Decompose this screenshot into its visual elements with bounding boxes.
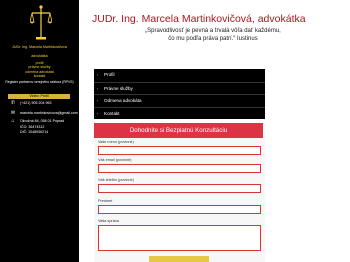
rpvs-link[interactable]: Register partnerov verejného sektora (RP… — [2, 80, 77, 84]
quote-line-2: čo mu podľa práva patrí.“ Iustinus — [168, 35, 258, 42]
site-title: JUDr. Ing. Marcela Martinkovičová, advok… — [92, 13, 306, 25]
submit-button[interactable] — [149, 256, 209, 262]
location-icon: ⌂ — [11, 118, 15, 124]
nav-item-label: Právne služby — [104, 85, 133, 91]
email-icon: ✉ — [10, 110, 16, 116]
phone-icon: ✆ — [10, 100, 16, 106]
video-profile-button[interactable]: Video: Profil — [8, 94, 70, 99]
form-header: Dohodnite si Bezplatnú Konzultáciu — [94, 123, 263, 138]
contact-phone[interactable]: (+421) 905 204 963 — [20, 101, 51, 106]
chevron-right-icon: › — [97, 111, 99, 116]
phone-label: Váš telefón (povinné) — [98, 178, 134, 182]
nav-item-kontakt[interactable]: › Kontakt — [94, 106, 265, 120]
scales-of-justice-icon — [30, 5, 52, 40]
nav-item-odmena[interactable]: › Odmena advokáta — [94, 94, 265, 107]
contact-email[interactable]: marcela.martinkovicova@gmail.com — [20, 111, 78, 116]
sidebar: JUDr. Ing. Marcela Martinkovičová advoká… — [0, 0, 79, 262]
name-input[interactable] — [98, 146, 261, 155]
nav-item-pravne-sluzby[interactable]: › Právne služby — [94, 81, 265, 95]
sidebar-menu: profil právne služby odmena advokáta kon… — [2, 61, 77, 79]
nav-item-label: Kontakt — [104, 110, 120, 116]
nav-item-profil[interactable]: › Profil — [94, 69, 265, 82]
sidebar-title: advokátka — [31, 54, 48, 58]
nav-item-label: Odmena advokáta — [104, 98, 142, 103]
quote-line-1: „Spravodlivosť je pevná a trvalá vôľa da… — [145, 28, 281, 34]
sidebar-item-kontakt[interactable]: kontakt — [2, 74, 77, 78]
message-textarea[interactable] — [98, 225, 261, 251]
contact-address: Okružná 84, 058 01 Poprad — [20, 119, 65, 123]
quote: „Spravodlivosť je pevná a trvalá vôľa da… — [113, 28, 313, 43]
contact-dic: DIČ: 1048936214 — [20, 130, 49, 134]
consultation-form: Vaše meno (povinné) Váš email (povinné) … — [94, 138, 265, 262]
message-label: Vaša správa — [98, 219, 119, 223]
nav-item-label: Profil — [104, 72, 115, 77]
name-label: Vaše meno (povinné) — [98, 140, 134, 144]
chevron-right-icon: › — [97, 86, 99, 91]
subject-label: Predmet — [98, 199, 113, 203]
sidebar-name: JUDr. Ing. Marcela Martinkovičová — [12, 45, 67, 49]
chevron-right-icon: › — [97, 99, 99, 103]
chevron-right-icon: › — [97, 73, 99, 77]
email-input[interactable] — [98, 164, 261, 173]
phone-input[interactable] — [98, 184, 261, 193]
email-label: Váš email (povinné) — [98, 158, 132, 162]
main-nav: › Profil › Právne služby › Odmena advoká… — [94, 69, 265, 119]
subject-input[interactable] — [98, 205, 261, 214]
